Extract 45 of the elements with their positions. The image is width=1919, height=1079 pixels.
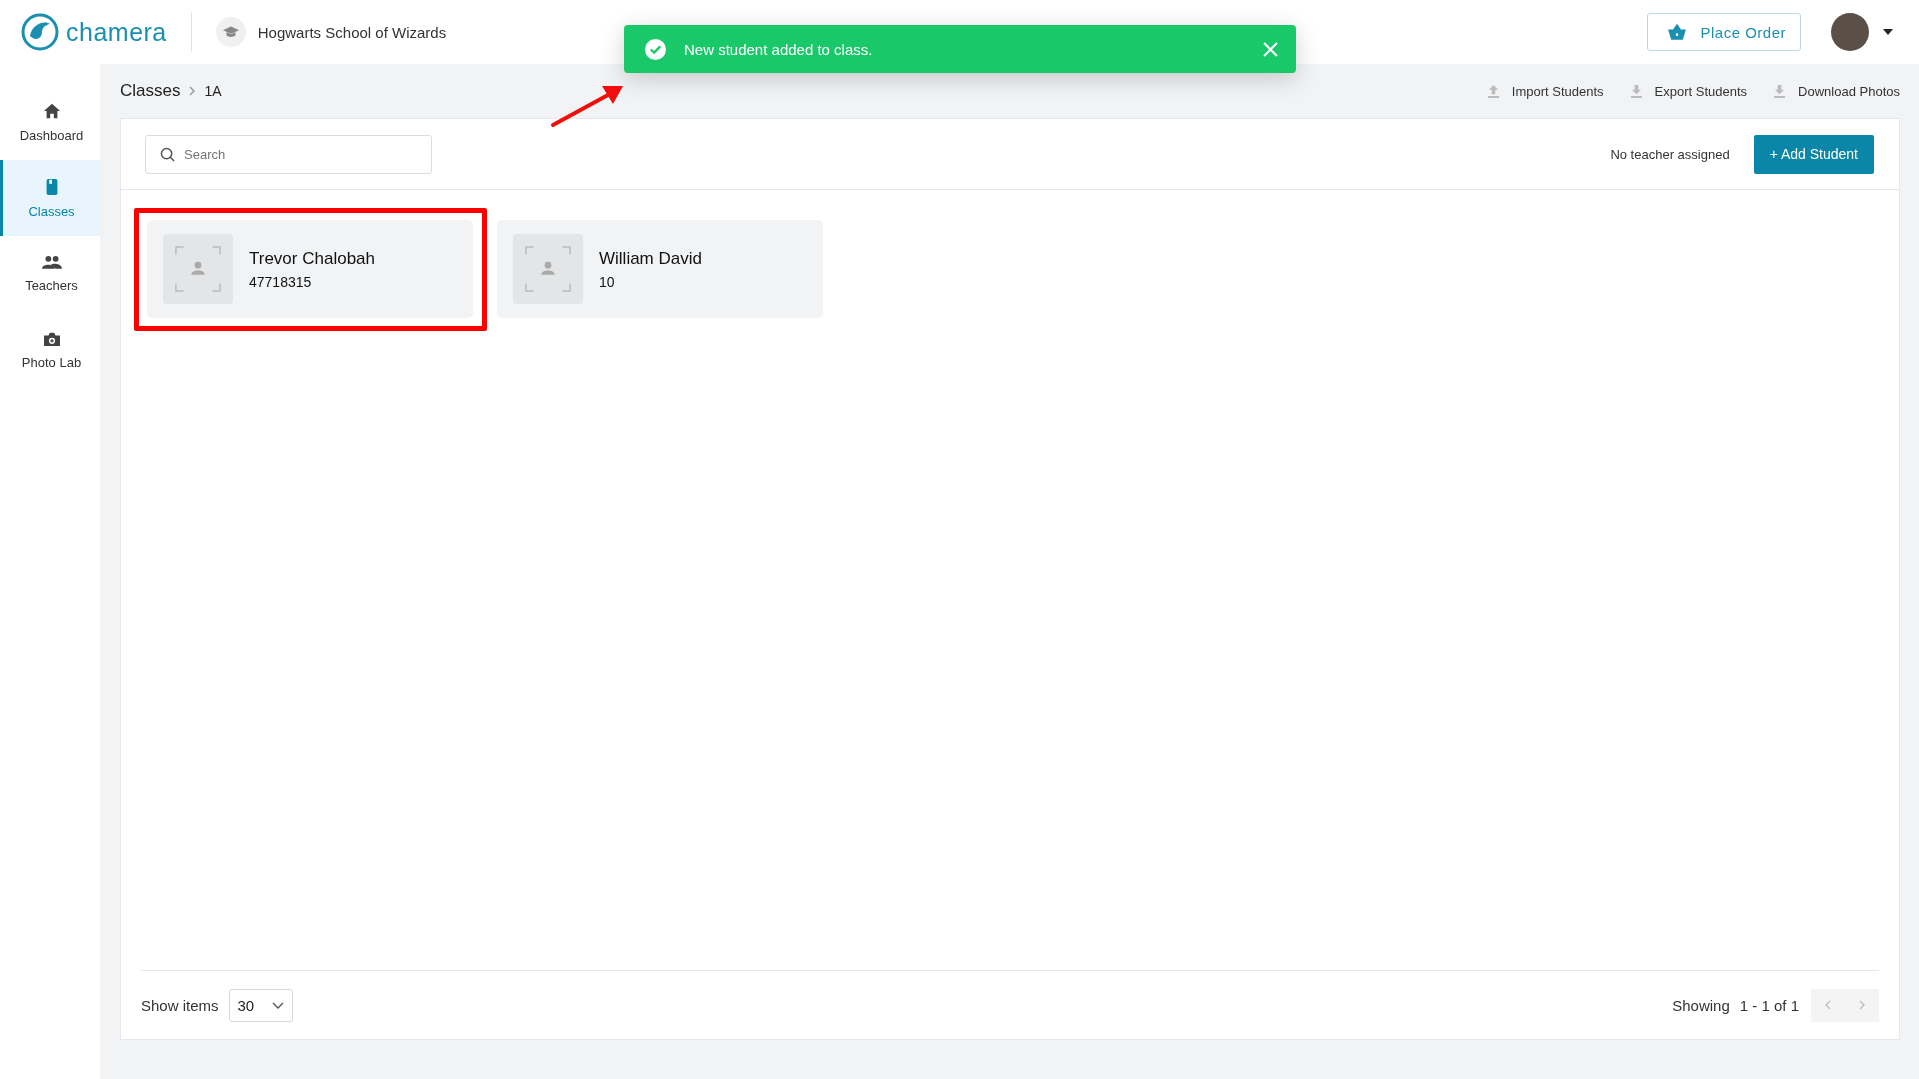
showing-label: Showing: [1672, 996, 1730, 1014]
action-link[interactable]: Export Students: [1630, 83, 1748, 99]
chevron-down-icon: [271, 1001, 284, 1009]
toast-message: New student added to class.: [684, 40, 873, 58]
show-items-label: Show items: [141, 996, 219, 1014]
caret-icon[interactable]: [1883, 29, 1893, 35]
close-icon[interactable]: [1263, 41, 1278, 57]
teacher-status: No teacher assigned: [1610, 146, 1730, 162]
download-icon: [1774, 84, 1786, 98]
chevron-right-icon: [189, 86, 196, 96]
student-name: William David: [599, 248, 702, 269]
student-card[interactable]: William David 10: [497, 220, 823, 318]
brand-name: chamera: [66, 17, 167, 47]
student-number: 47718315: [249, 273, 313, 290]
student-name: Trevor Chalobah: [249, 248, 375, 269]
people-icon: [41, 255, 62, 270]
sidebar-item[interactable]: Photo Lab: [0, 312, 100, 388]
next-page-icon[interactable]: [1859, 1000, 1865, 1010]
student-card[interactable]: Trevor Chalobah 47718315: [147, 220, 473, 318]
sidebar-item[interactable]: Classes: [0, 160, 100, 236]
school-name: Hogwarts School of Wizards: [257, 23, 447, 41]
search-field[interactable]: Search: [145, 134, 432, 174]
check-circle-icon: [645, 38, 666, 60]
download-icon: [1630, 84, 1642, 98]
action-link[interactable]: Download Photos: [1774, 83, 1900, 99]
page-range: 1 - 1 of 1: [1739, 996, 1799, 1014]
home-icon: [42, 101, 61, 120]
place-order-button[interactable]: Place Order: [1647, 13, 1801, 51]
sidebar-item[interactable]: Dashboard: [0, 84, 100, 160]
graduation-cap-icon: [215, 17, 246, 47]
photo-placeholder-icon: [513, 234, 583, 304]
search-icon: [160, 146, 175, 162]
photo-placeholder-icon: [163, 234, 233, 304]
upload-icon: [1487, 84, 1499, 98]
sidebar-item[interactable]: Teachers: [0, 236, 100, 312]
student-number: 10: [599, 273, 616, 290]
page-size-select[interactable]: 30: [228, 988, 293, 1022]
add-student-button[interactable]: + Add Student: [1753, 134, 1874, 174]
avatar[interactable]: [1831, 13, 1869, 51]
camera-icon: [42, 330, 61, 347]
basket-icon: [1668, 24, 1687, 40]
action-link[interactable]: Import Students: [1487, 83, 1604, 99]
breadcrumb-link[interactable]: Classes: [120, 81, 181, 101]
previous-page-icon[interactable]: [1825, 1000, 1831, 1010]
breadcrumb-link[interactable]: 1A: [204, 83, 222, 99]
